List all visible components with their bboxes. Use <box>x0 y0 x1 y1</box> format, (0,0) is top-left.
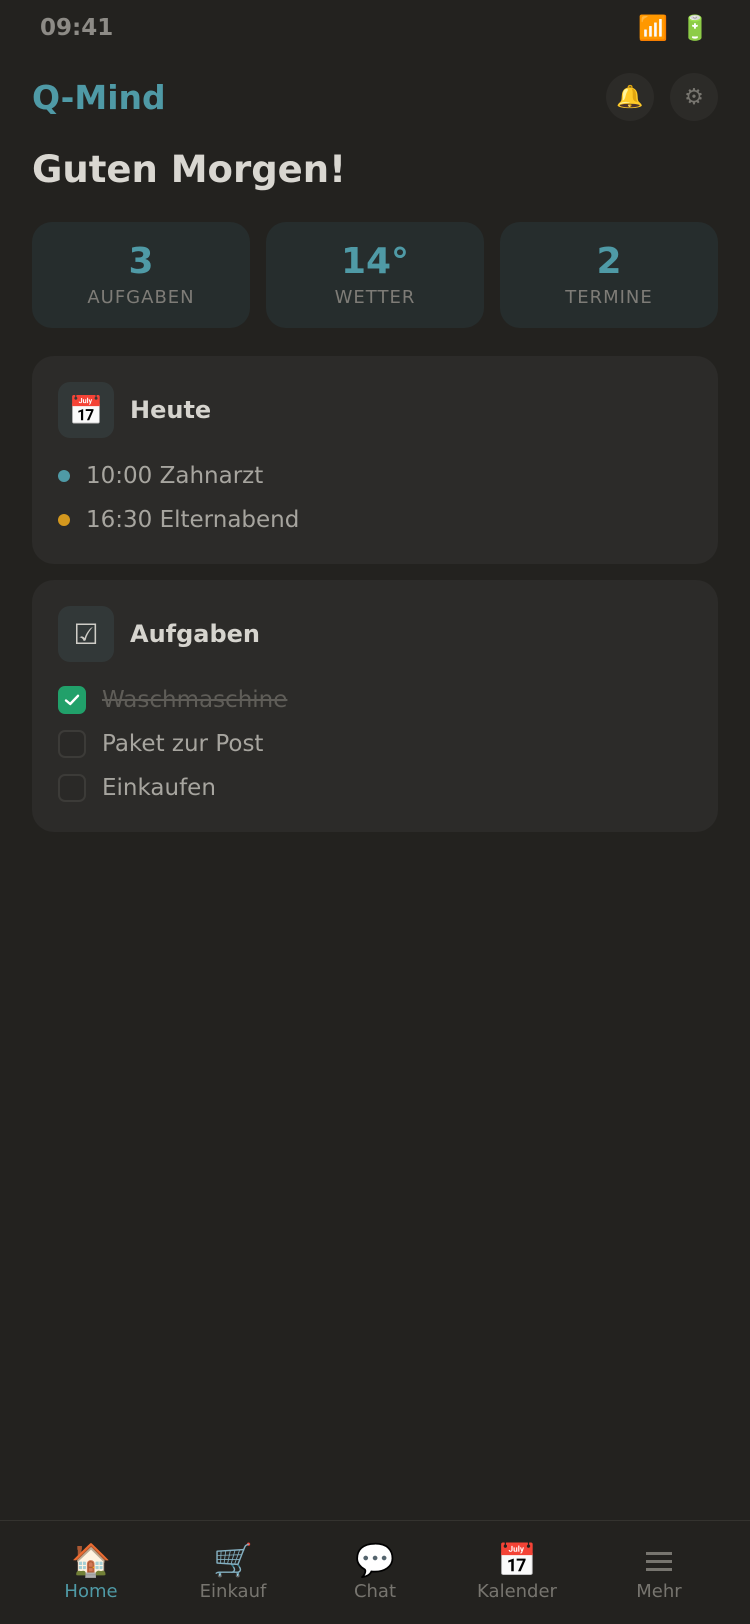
stat-label: WETTER <box>334 287 416 309</box>
nav-item-kalender[interactable]: 📅 Kalender <box>457 1541 577 1602</box>
task-label: Paket zur Post <box>102 731 264 757</box>
app-header: Q-Mind 🔔 ⚙ <box>32 72 718 122</box>
bell-icon: 🔔 <box>616 84 644 110</box>
task-checkbox[interactable] <box>58 730 86 758</box>
stat-card-weather[interactable]: 14° WETTER <box>266 222 484 328</box>
nav-label: Chat <box>353 1580 397 1602</box>
nav-item-einkauf[interactable]: 🛒 Einkauf <box>173 1541 293 1602</box>
calendar-icon: 📅 <box>58 382 114 438</box>
calendar-icon: 📅 <box>497 1541 537 1580</box>
event-label: 16:30 Elternabend <box>86 507 300 533</box>
event-item[interactable]: 16:30 Elternabend <box>58 498 692 542</box>
task-item[interactable]: Waschmaschine <box>58 678 692 722</box>
menu-icon <box>646 1544 672 1579</box>
tasks-card[interactable]: ☑ Aufgaben Waschmaschine Paket zur Post … <box>32 580 718 832</box>
stat-card-tasks[interactable]: 3 AUFGABEN <box>32 222 250 328</box>
stats-row: 3 AUFGABEN 14° WETTER 2 TERMINE <box>32 222 718 328</box>
stat-label: TERMINE <box>565 287 653 309</box>
notifications-button[interactable]: 🔔 <box>606 73 654 121</box>
settings-button[interactable]: ⚙ <box>670 73 718 121</box>
nav-label: Home <box>64 1580 118 1602</box>
tasks-card-title: Aufgaben <box>130 620 261 648</box>
check-icon <box>64 694 80 706</box>
stat-value: 14° <box>340 240 410 282</box>
header-actions: 🔔 ⚙ <box>606 73 718 121</box>
cart-icon: 🛒 <box>213 1541 253 1580</box>
nav-item-home[interactable]: 🏠 Home <box>31 1541 151 1602</box>
gear-icon: ⚙ <box>684 84 704 110</box>
status-icons: 📶 🔋 <box>638 14 710 42</box>
event-dot <box>58 514 70 526</box>
stat-value: 2 <box>596 240 622 282</box>
nav-item-chat[interactable]: 💬 Chat <box>315 1541 435 1602</box>
event-dot <box>58 470 70 482</box>
status-time: 09:41 <box>40 15 114 41</box>
greeting: Guten Morgen! <box>32 148 346 191</box>
nav-label: Mehr <box>636 1580 682 1602</box>
stat-card-appointments[interactable]: 2 TERMINE <box>500 222 718 328</box>
nav-label: Kalender <box>477 1580 557 1602</box>
task-checkbox[interactable] <box>58 774 86 802</box>
bottom-nav: 🏠 Home 🛒 Einkauf 💬 Chat 📅 Kalender Mehr <box>0 1520 750 1624</box>
status-bar: 09:41 📶 🔋 <box>0 0 750 56</box>
event-label: 10:00 Zahnarzt <box>86 463 264 489</box>
home-icon: 🏠 <box>71 1541 111 1580</box>
chat-bubble-icon: 💬 <box>355 1541 395 1580</box>
task-list: Waschmaschine Paket zur Post Einkaufen <box>58 678 692 810</box>
task-checkbox[interactable] <box>58 686 86 714</box>
event-list: 10:00 Zahnarzt 16:30 Elternabend <box>58 454 692 542</box>
app-title: Q-Mind <box>32 77 166 117</box>
nav-label: Einkauf <box>199 1580 267 1602</box>
stat-value: 3 <box>128 240 154 282</box>
task-label: Waschmaschine <box>102 687 288 713</box>
signal-icon: 📶 <box>638 14 669 42</box>
today-card-title: Heute <box>130 396 212 424</box>
menu-lines <box>646 1544 672 1579</box>
task-label: Einkaufen <box>102 775 216 801</box>
event-item[interactable]: 10:00 Zahnarzt <box>58 454 692 498</box>
tasks-card-header: ☑ Aufgaben <box>58 606 692 662</box>
task-item[interactable]: Einkaufen <box>58 766 692 810</box>
today-card[interactable]: 📅 Heute 10:00 Zahnarzt 16:30 Elternabend <box>32 356 718 564</box>
battery-icon: 🔋 <box>680 14 710 42</box>
stat-label: AUFGABEN <box>87 287 195 309</box>
nav-item-mehr[interactable]: Mehr <box>599 1544 719 1602</box>
task-item[interactable]: Paket zur Post <box>58 722 692 766</box>
checkbox-icon: ☑ <box>58 606 114 662</box>
today-card-header: 📅 Heute <box>58 382 692 438</box>
